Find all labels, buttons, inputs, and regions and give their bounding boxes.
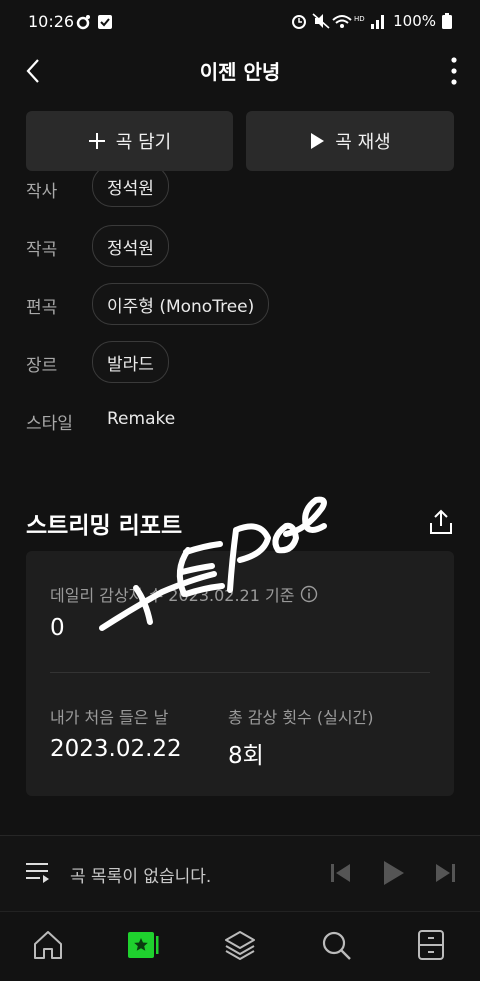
credit-genre-name: 발라드 — [107, 354, 154, 375]
search-icon[interactable] — [319, 928, 353, 962]
my-music-icon[interactable] — [126, 928, 160, 962]
credit-arranger-pill[interactable]: 이주형 (MonoTree) — [92, 283, 270, 325]
svg-text:HD: HD — [354, 15, 365, 23]
header: 이젠 안녕 — [0, 46, 480, 96]
plus-icon — [88, 133, 105, 149]
play-button-label: 곡 재생 — [335, 132, 391, 153]
play-pause-icon[interactable] — [378, 858, 408, 888]
daily-listeners-label: 데일리 감상자 수 2023.02.21 기준 — [50, 586, 295, 605]
next-track-icon[interactable] — [430, 858, 460, 888]
status-right: HD 100% — [291, 12, 452, 30]
system-status-icons: HD — [292, 13, 385, 29]
streaming-report-card: 데일리 감상자 수 2023.02.21 기준 0 내가 처음 들은 날 202… — [26, 551, 454, 796]
daily-listeners-value: 0 — [50, 615, 65, 641]
status-time: 10:26 — [28, 12, 75, 31]
credit-label-style: 스타일 — [26, 414, 73, 434]
drawer-icon[interactable] — [414, 928, 448, 962]
credit-lyricist-pill[interactable]: 정석원 — [92, 171, 169, 207]
credit-label-composer: 작곡 — [26, 240, 58, 260]
credit-style-value: Remake — [107, 409, 176, 429]
credit-label-lyrics: 작사 — [26, 182, 58, 202]
mini-player[interactable]: 곡 목록이 없습니다. — [0, 835, 480, 912]
home-icon[interactable] — [31, 928, 65, 962]
credit-genre-pill[interactable]: 발라드 — [92, 341, 169, 383]
credit-label-arranger: 편곡 — [26, 298, 58, 318]
info-icon[interactable] — [300, 585, 318, 603]
notification-icons — [76, 15, 112, 30]
daily-listeners-row: 데일리 감상자 수 2023.02.21 기준 — [50, 582, 318, 606]
layers-icon[interactable] — [223, 928, 257, 962]
credit-composer-pill[interactable]: 정석원 — [92, 225, 169, 267]
total-plays-label: 총 감상 횟수 (실시간) — [228, 708, 374, 727]
battery-level: 100% — [393, 12, 436, 30]
first-listen-label: 내가 처음 들은 날 — [50, 708, 169, 727]
credit-arranger-name: 이주형 (MonoTree) — [107, 296, 255, 317]
more-options-icon[interactable] — [442, 52, 466, 90]
player-status-text: 곡 목록이 없습니다. — [70, 867, 212, 887]
total-plays-value: 8회 — [228, 743, 264, 769]
status-left-icons — [76, 13, 116, 35]
playlist-queue-icon[interactable] — [24, 858, 52, 886]
add-button-label: 곡 담기 — [115, 132, 172, 153]
credit-composer-name: 정석원 — [107, 238, 154, 259]
credit-label-genre: 장르 — [26, 356, 58, 376]
streaming-report-title: 스트리밍 리포트 — [26, 513, 183, 539]
bottom-navigation — [0, 911, 480, 981]
status-bar: 10:26 HD 100% — [0, 0, 480, 46]
credit-lyricist-name: 정석원 — [107, 178, 154, 199]
play-icon — [311, 133, 325, 149]
page-title: 이젠 안녕 — [199, 60, 281, 84]
previous-track-icon[interactable] — [326, 858, 356, 888]
play-song-button[interactable]: 곡 재생 — [246, 111, 454, 171]
battery-icon — [442, 13, 452, 29]
first-listen-value: 2023.02.22 — [50, 736, 182, 762]
add-to-playlist-button[interactable]: 곡 담기 — [26, 111, 233, 171]
card-divider — [50, 672, 430, 673]
share-icon[interactable] — [428, 508, 454, 536]
credits-clip: 작사 정석원 — [0, 171, 480, 211]
